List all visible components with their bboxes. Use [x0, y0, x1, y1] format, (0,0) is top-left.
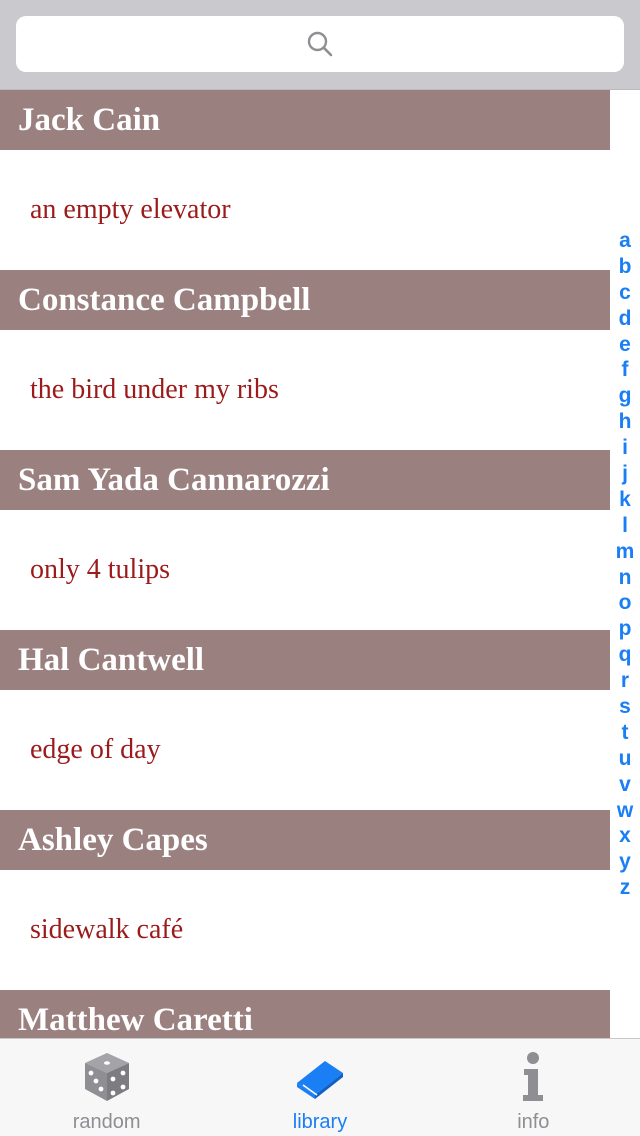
tab-label-library: library [292, 1111, 348, 1133]
book-icon [292, 1049, 348, 1105]
index-letter-h[interactable]: h [619, 409, 632, 435]
tab-bar: random library info [0, 1038, 640, 1136]
section-header-constance-campbell: Constance Campbell [0, 270, 610, 330]
index-letter-u[interactable]: u [619, 746, 632, 772]
section-header-jack-cain: Jack Cain [0, 90, 610, 150]
list-item[interactable]: the bird under my ribs [0, 330, 610, 450]
index-letter-q[interactable]: q [619, 642, 632, 668]
index-letter-s[interactable]: s [619, 694, 631, 720]
index-letter-a[interactable]: a [619, 228, 631, 254]
list-item[interactable]: an empty elevator [0, 150, 610, 270]
index-letter-x[interactable]: x [619, 823, 631, 849]
tab-label-random: random [72, 1111, 141, 1133]
section-header-ashley-capes: Ashley Capes [0, 810, 610, 870]
list-item[interactable]: only 4 tulips [0, 510, 610, 630]
index-letter-f[interactable]: f [622, 357, 629, 383]
tab-info[interactable]: info [427, 1039, 640, 1136]
index-letter-g[interactable]: g [619, 383, 632, 409]
index-letter-b[interactable]: b [619, 254, 632, 280]
index-letter-n[interactable]: n [619, 565, 632, 591]
info-icon [505, 1049, 561, 1105]
section-header-sam-yada-cannarozzi: Sam Yada Cannarozzi [0, 450, 610, 510]
index-letter-m[interactable]: m [616, 539, 635, 565]
index-letter-p[interactable]: p [619, 616, 632, 642]
alphabet-index[interactable]: a b c d e f g h i j k l m n o p q r s t … [612, 228, 638, 904]
tab-label-info: info [517, 1111, 550, 1133]
poet-list: Jack Cain an empty elevator Constance Ca… [0, 90, 640, 1038]
list-item[interactable]: sidewalk café [0, 870, 610, 990]
index-letter-y[interactable]: y [619, 849, 631, 875]
index-letter-i[interactable]: i [622, 435, 628, 461]
index-letter-v[interactable]: v [619, 772, 631, 798]
index-letter-d[interactable]: d [619, 306, 632, 332]
index-letter-l[interactable]: l [622, 513, 628, 539]
index-letter-o[interactable]: o [619, 590, 632, 616]
index-letter-t[interactable]: t [622, 720, 629, 746]
section-header-matthew-caretti: Matthew Caretti [0, 990, 610, 1038]
index-letter-c[interactable]: c [619, 280, 631, 306]
index-letter-e[interactable]: e [619, 332, 631, 358]
index-letter-k[interactable]: k [619, 487, 631, 513]
index-letter-z[interactable]: z [620, 875, 631, 901]
search-bar [0, 0, 640, 90]
list-item[interactable]: edge of day [0, 690, 610, 810]
index-letter-w[interactable]: w [617, 798, 633, 824]
section-header-hal-cantwell: Hal Cantwell [0, 630, 610, 690]
tab-random[interactable]: random [0, 1039, 213, 1136]
index-letter-r[interactable]: r [621, 668, 629, 694]
search-input[interactable] [16, 16, 624, 72]
dice-icon [79, 1049, 135, 1105]
search-field[interactable] [16, 16, 624, 72]
index-letter-j[interactable]: j [622, 461, 628, 487]
tab-library[interactable]: library [213, 1039, 426, 1136]
